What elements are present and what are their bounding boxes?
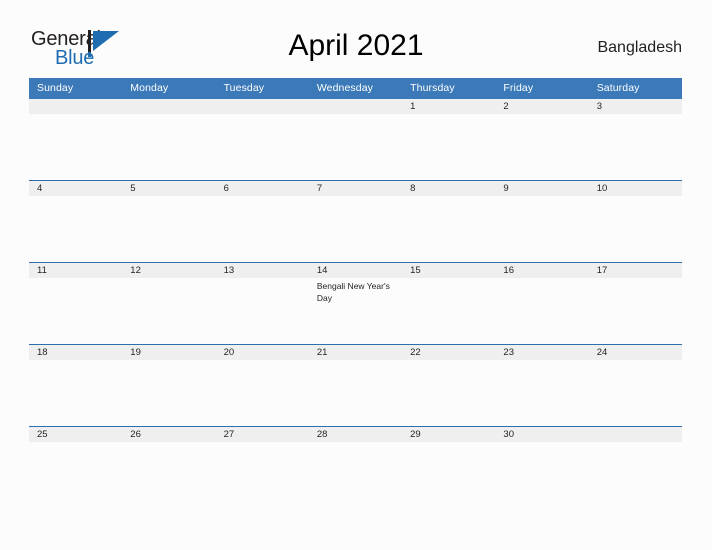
calendar-day-cell[interactable]: 11 xyxy=(29,262,123,345)
calendar-table: Sunday Monday Tuesday Wednesday Thursday Frid… xyxy=(29,78,682,508)
calendar-day-cell[interactable]: 2 xyxy=(495,99,589,181)
weekday-header-wednesday: Wednesday xyxy=(308,78,403,99)
day-number: 2 xyxy=(495,99,589,114)
day-number: 10 xyxy=(588,181,682,196)
day-number: 25 xyxy=(29,427,123,442)
calendar-day-cell[interactable]: 8 xyxy=(402,180,496,263)
weekday-header-sunday: Sunday xyxy=(29,78,123,99)
day-number xyxy=(308,99,403,114)
day-number: 13 xyxy=(215,263,309,278)
calendar-week-row: 18 19 20 21 22 23 24 xyxy=(29,344,682,427)
calendar-day-cell[interactable]: 30 xyxy=(495,426,589,508)
day-number xyxy=(29,99,123,114)
day-number xyxy=(588,427,682,442)
day-number: 6 xyxy=(215,181,309,196)
day-number: 19 xyxy=(122,345,216,360)
calendar-day-cell[interactable]: 20 xyxy=(215,344,309,427)
calendar-week-row: 11 12 13 14 Bengali New Year's Day 15 16 17 xyxy=(29,262,682,345)
day-number xyxy=(215,99,309,114)
calendar-day-cell[interactable]: 24 xyxy=(588,344,682,427)
day-number: 12 xyxy=(122,263,216,278)
calendar-empty-cell xyxy=(588,426,682,508)
day-number: 14 xyxy=(308,263,403,278)
calendar-empty-cell xyxy=(308,99,403,181)
calendar-day-cell[interactable]: 29 xyxy=(402,426,496,508)
day-number: 16 xyxy=(495,263,589,278)
weekday-header-monday: Monday xyxy=(122,78,216,99)
calendar-day-cell[interactable]: 23 xyxy=(495,344,589,427)
calendar-day-cell[interactable]: 17 xyxy=(588,262,682,345)
day-number: 20 xyxy=(215,345,309,360)
calendar-day-cell[interactable]: 7 xyxy=(308,180,403,263)
day-number: 27 xyxy=(215,427,309,442)
calendar-day-cell[interactable]: 5 xyxy=(122,180,216,263)
calendar-day-cell[interactable]: 1 xyxy=(402,99,496,181)
calendar-day-cell[interactable]: 3 xyxy=(588,99,682,181)
weekday-header-friday: Friday xyxy=(495,78,589,99)
calendar-grid: Sunday Monday Tuesday Wednesday Thursday Frid… xyxy=(29,78,682,508)
calendar-day-cell[interactable]: 21 xyxy=(308,344,403,427)
calendar-day-cell[interactable]: 22 xyxy=(402,344,496,427)
calendar-day-cell[interactable]: 13 xyxy=(215,262,309,345)
calendar-day-cell[interactable]: 19 xyxy=(122,344,216,427)
day-number: 28 xyxy=(308,427,403,442)
day-number: 23 xyxy=(495,345,589,360)
calendar-day-cell[interactable]: 18 xyxy=(29,344,123,427)
day-number: 30 xyxy=(495,427,589,442)
calendar-day-cell[interactable]: 10 xyxy=(588,180,682,263)
weekday-header-row: Sunday Monday Tuesday Wednesday Thursday Frid… xyxy=(29,78,682,99)
calendar-week-row: 4 5 6 7 8 9 10 xyxy=(29,180,682,263)
day-number: 1 xyxy=(402,99,496,114)
calendar-empty-cell xyxy=(122,99,216,181)
day-number: 15 xyxy=(402,263,496,278)
day-number: 29 xyxy=(402,427,496,442)
day-number: 7 xyxy=(308,181,403,196)
day-number: 26 xyxy=(122,427,216,442)
calendar-day-cell[interactable]: 9 xyxy=(495,180,589,263)
day-number: 11 xyxy=(29,263,123,278)
day-number: 9 xyxy=(495,181,589,196)
day-number xyxy=(122,99,216,114)
event-label: Bengali New Year's Day xyxy=(316,281,390,303)
day-number: 5 xyxy=(122,181,216,196)
day-number: 18 xyxy=(29,345,123,360)
day-number: 21 xyxy=(308,345,403,360)
calendar-week-row: 123 xyxy=(29,99,682,181)
day-number: 8 xyxy=(402,181,496,196)
calendar-day-cell[interactable]: 15 xyxy=(402,262,496,345)
calendar-day-cell[interactable]: 28 xyxy=(308,426,403,508)
calendar-empty-cell xyxy=(29,99,123,181)
calendar-day-cell[interactable]: 16 xyxy=(495,262,589,345)
weekday-header-tuesday: Tuesday xyxy=(215,78,309,99)
calendar-day-cell[interactable]: 27 xyxy=(215,426,309,508)
day-number: 22 xyxy=(402,345,496,360)
calendar-day-cell[interactable]: 14 Bengali New Year's Day xyxy=(308,262,403,345)
day-number: 3 xyxy=(588,99,682,114)
day-events: Bengali New Year's Day xyxy=(309,278,402,304)
day-number: 17 xyxy=(588,263,682,278)
day-number: 4 xyxy=(29,181,123,196)
page-header: General Blue April 2021 Bangladesh xyxy=(0,0,712,78)
calendar-day-cell[interactable]: 25 xyxy=(29,426,123,508)
calendar-empty-cell xyxy=(215,99,309,181)
weekday-header-saturday: Saturday xyxy=(588,78,682,99)
country-label: Bangladesh xyxy=(597,39,682,56)
calendar-day-cell[interactable]: 4 xyxy=(29,180,123,263)
calendar-day-cell[interactable]: 6 xyxy=(215,180,309,263)
calendar-week-row: 25 26 27 28 29 30 xyxy=(29,426,682,508)
calendar-day-cell[interactable]: 12 xyxy=(122,262,216,345)
day-number: 24 xyxy=(588,345,682,360)
weekday-header-thursday: Thursday xyxy=(402,78,496,99)
calendar-day-cell[interactable]: 26 xyxy=(122,426,216,508)
calendar-page: General Blue April 2021 Bangladesh Sunda… xyxy=(0,0,712,550)
